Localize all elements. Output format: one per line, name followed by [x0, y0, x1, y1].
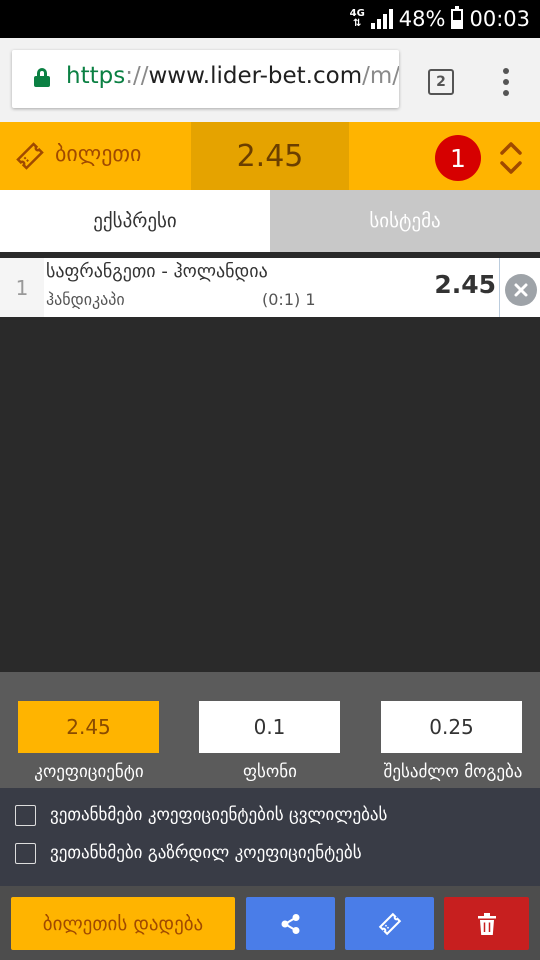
url-separator: :// [125, 63, 149, 89]
stake-input[interactable]: 0.1 [199, 701, 340, 753]
odds-label: კოეფიციენტი [34, 762, 144, 782]
tab-express[interactable]: ექსპრესი [0, 190, 270, 252]
overflow-menu-icon[interactable] [498, 68, 514, 96]
agree-increased-odds-checkbox[interactable] [15, 842, 36, 864]
address-bar[interactable]: https://www.lider-bet.com/m/ [12, 50, 399, 108]
expand-collapse-icon[interactable] [498, 139, 524, 177]
bet-match-name: საფრანგეთი - ჰოლანდია [46, 261, 268, 282]
close-icon [514, 283, 528, 297]
browser-toolbar: https://www.lider-bet.com/m/ 2 [0, 38, 540, 122]
total-odds: 2.45 [191, 122, 349, 190]
network-arrows-icon: ⇅ [353, 18, 362, 29]
clock: 00:03 [469, 7, 530, 31]
delete-ticket-button[interactable] [444, 897, 529, 950]
remove-bet-button[interactable] [505, 274, 537, 306]
agree-odds-change-row[interactable]: ვეთანხმები კოეფიციენტების ცვლილებას [15, 803, 387, 827]
url-scheme: https [66, 63, 126, 89]
url-text: https://www.lider-bet.com/m/ [66, 63, 399, 89]
bet-count-badge: 1 [435, 135, 481, 181]
tab-system[interactable]: სისტემა [270, 190, 540, 252]
agree-increased-odds-row[interactable]: ვეთანხმები გაზრდილ კოეფიციენტებს [15, 841, 362, 865]
trash-icon [477, 912, 496, 935]
odds-value: 2.45 [18, 701, 159, 753]
bet-index: 1 [0, 258, 44, 317]
place-bet-button[interactable]: ბილეთის დადება [11, 897, 235, 950]
lock-icon [34, 68, 50, 87]
battery-percent: 48% [398, 7, 446, 31]
url-host: www.lider-bet.com [148, 63, 363, 89]
share-icon [281, 913, 299, 934]
agree-odds-change-checkbox[interactable] [15, 804, 36, 826]
network-indicator: 4G ⇅ [350, 9, 365, 29]
ticket-title: ბილეთი [55, 142, 142, 167]
ticket-icon [16, 142, 44, 170]
agree-increased-odds-label: ვეთანხმები გაზრდილ კოეფიციენტებს [50, 843, 362, 863]
battery-icon [451, 6, 464, 29]
bet-market: ჰანდიკაპი [46, 290, 125, 309]
url-path: /m/ [362, 63, 399, 89]
stake-label: ფსონი [243, 762, 297, 782]
signal-icon [370, 9, 393, 29]
bet-divider [499, 258, 500, 317]
ticket-action-button[interactable] [345, 897, 434, 950]
bet-handicap: (0:1) 1 [262, 290, 316, 309]
status-icons: 4G ⇅ 48% 00:03 [350, 0, 530, 38]
bet-row: 1 საფრანგეთი - ჰოლანდია ჰანდიკაპი (0:1) … [0, 258, 540, 317]
ticket-icon [378, 912, 401, 935]
tab-switcher-button[interactable]: 2 [428, 69, 454, 95]
bet-odds: 2.45 [434, 270, 496, 299]
share-button[interactable] [246, 897, 335, 950]
agree-odds-change-label: ვეთანხმები კოეფიციენტების ცვლილებას [50, 805, 388, 825]
possible-win-label: შესაძლო მოგება [383, 762, 523, 782]
possible-win-value: 0.25 [381, 701, 522, 753]
status-bar: 4G ⇅ 48% 00:03 [0, 0, 540, 38]
